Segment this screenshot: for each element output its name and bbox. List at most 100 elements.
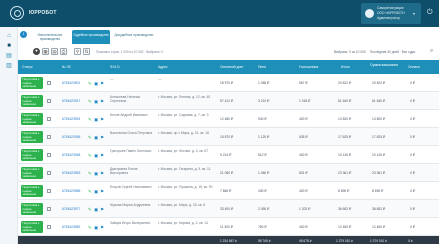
tab-court[interactable]: Судебное производство — [72, 30, 110, 44]
column-header-address[interactable]: Адрес — [158, 65, 168, 69]
chevron-down-icon: ▾ — [413, 11, 416, 16]
row-checkbox[interactable] — [47, 81, 51, 85]
chart-icon[interactable]: ▥ — [5, 63, 13, 70]
export-icon[interactable]: ▤ — [51, 48, 58, 55]
flag-icon[interactable]: ⚑ — [100, 189, 104, 194]
toolbar: ● ▦ ▤ ⎙ ⚲ ⇅ Показано строк: 1 000 из 10 … — [18, 46, 439, 58]
tab-enforcement[interactable]: Исполнительное производство — [32, 30, 68, 44]
table-row[interactable]: Подготовка к подаче заявления 6745423936 В… — [18, 128, 439, 146]
flag-icon[interactable]: ⚑ — [100, 117, 104, 122]
edit-icon[interactable]: ✎ — [88, 117, 92, 122]
account-id-cell[interactable]: 6745423948 — [62, 153, 80, 157]
document-icon[interactable]: ▤ — [5, 53, 13, 60]
document-icon[interactable]: ▣ — [94, 153, 98, 158]
table-row[interactable]: Подготовка к подаче заявления 6745423953 Д… — [18, 164, 439, 182]
account-id-cell[interactable]: 6745423977 — [62, 207, 80, 211]
row-checkbox[interactable] — [47, 153, 51, 157]
flag-icon[interactable]: ⚑ — [100, 81, 104, 86]
status-badge[interactable]: Подготовка к подаче заявления — [21, 95, 43, 107]
payment-cell: 0 ₽ — [410, 117, 415, 121]
logo-icon[interactable] — [10, 6, 24, 20]
edit-icon[interactable]: ✎ — [88, 189, 92, 194]
column-header-penalty[interactable]: Пени — [258, 65, 266, 69]
status-badge[interactable]: Подготовка к подаче заявления — [21, 185, 43, 197]
debtor-name-cell: Жукова Мария Андреевна — [110, 202, 151, 207]
column-header-recovery[interactable]: Сумма взыскания — [370, 63, 406, 67]
account-id-cell[interactable]: 6745423901 — [62, 81, 80, 85]
flag-icon[interactable]: ⚑ — [100, 225, 104, 230]
table-row[interactable]: Подготовка к подаче заявления 6745423965 Е… — [18, 182, 439, 200]
account-id-cell[interactable]: 6745423924 — [62, 117, 80, 121]
penalty-cell: 760 ₽ — [258, 225, 267, 229]
row-checkbox[interactable] — [47, 99, 51, 103]
flag-icon[interactable]: ⚑ — [100, 135, 104, 140]
document-icon[interactable]: ▣ — [94, 171, 98, 176]
account-id-cell[interactable]: 6745423965 — [62, 189, 80, 193]
table-row[interactable]: Подготовка к подаче заявления 6745423917 А… — [18, 92, 439, 110]
status-badge[interactable]: Подготовка к подаче заявления — [21, 77, 43, 89]
status-badge[interactable]: Подготовка к подаче заявления — [21, 203, 43, 215]
table-row[interactable]: Подготовка к подаче заявления 6745423977 Ж… — [18, 200, 439, 218]
column-header-id[interactable]: № ЛС — [62, 65, 71, 69]
column-header-status[interactable]: Статус — [22, 65, 33, 69]
account-id-cell[interactable]: 6745423982 — [62, 225, 80, 229]
edit-icon[interactable]: ✎ — [88, 99, 92, 104]
document-icon[interactable]: ▣ — [94, 81, 98, 86]
column-header-name[interactable]: Ф.И.О. — [110, 65, 120, 69]
document-icon[interactable]: ▣ — [94, 207, 98, 212]
status-badge[interactable]: Подготовка к подаче заявления — [21, 167, 43, 179]
column-header-fee[interactable]: Госпошлина — [299, 65, 318, 69]
flag-icon[interactable]: ⚑ — [100, 153, 104, 158]
search-icon[interactable]: ⌕ — [430, 47, 438, 55]
gavel-icon[interactable]: ■ — [5, 43, 13, 50]
edit-icon[interactable]: ✎ — [88, 135, 92, 140]
sort-icon[interactable]: ⇅ — [83, 48, 90, 55]
edit-icon[interactable]: ✎ — [88, 171, 92, 176]
column-header-total[interactable]: Итого — [341, 65, 350, 69]
status-badge[interactable]: Подготовка к подаче заявления — [21, 221, 43, 233]
flag-icon[interactable]: ⚑ — [100, 99, 104, 104]
edit-icon[interactable]: ✎ — [88, 153, 92, 158]
logout-icon[interactable]: ⏻ — [427, 9, 435, 17]
tab-pretrial[interactable]: Досудебное производство — [114, 30, 154, 44]
document-icon[interactable]: ▣ — [94, 99, 98, 104]
status-badge[interactable]: Подготовка к подаче заявления — [21, 131, 43, 143]
edit-icon[interactable]: ✎ — [88, 81, 92, 86]
address-cell: г. Москва, ул. Лесная, д. 4, кв. 67 — [158, 148, 209, 153]
debtor-name-cell: Зайцев Игорь Валерьевич — [110, 220, 151, 225]
row-checkbox[interactable] — [47, 171, 51, 175]
flag-icon[interactable]: ⚑ — [100, 207, 104, 212]
document-icon[interactable]: ▣ — [94, 225, 98, 230]
document-icon[interactable]: ▣ — [94, 117, 98, 122]
debtor-name-cell: Васильева Ольга Петровна — [110, 130, 153, 135]
row-checkbox[interactable] — [47, 189, 51, 193]
flag-icon[interactable]: ⚑ — [100, 171, 104, 176]
status-badge[interactable]: Подготовка к подаче заявления — [21, 149, 43, 161]
account-id-cell[interactable]: 6745423953 — [62, 171, 80, 175]
total-cell: 20 622 ₽ — [338, 81, 352, 85]
document-icon[interactable]: ▣ — [94, 135, 98, 140]
row-checkbox[interactable] — [47, 135, 51, 139]
account-id-cell[interactable]: 6745423936 — [62, 135, 80, 139]
edit-icon[interactable]: ✎ — [88, 207, 92, 212]
columns-icon[interactable]: ▦ — [42, 48, 49, 55]
row-checkbox[interactable] — [47, 117, 51, 121]
column-header-payment[interactable]: Оплата — [408, 65, 420, 69]
settings-icon[interactable]: ● — [33, 48, 40, 55]
table-row[interactable]: Подготовка к подаче заявления 6745423924 Б… — [18, 110, 439, 128]
account-id-cell[interactable]: 6745423917 — [62, 99, 80, 103]
document-icon[interactable]: ▣ — [94, 189, 98, 194]
account-menu[interactable]: Саморегистрация ООО «ЮРРОБОТ» Администра… — [361, 3, 421, 24]
column-header-main-debt[interactable]: Основной долг — [220, 65, 244, 69]
table-row[interactable]: Подготовка к подаче заявления 6745423901 —… — [18, 74, 439, 92]
print-icon[interactable]: ⎙ — [60, 48, 67, 55]
row-checkbox[interactable] — [47, 207, 51, 211]
home-icon[interactable]: ⌂ — [5, 33, 13, 40]
edit-icon[interactable]: ✎ — [88, 225, 92, 230]
row-checkbox[interactable] — [47, 225, 51, 229]
table-row[interactable]: Подготовка к подаче заявления 6745423948 Г… — [18, 146, 439, 164]
period-filter[interactable]: Последние 30 дней · Все суды — [370, 50, 415, 54]
table-row[interactable]: Подготовка к подаче заявления 6745423982 З… — [18, 218, 439, 236]
filter-icon[interactable]: ⚲ — [74, 48, 81, 55]
status-badge[interactable]: Подготовка к подаче заявления — [21, 113, 43, 125]
